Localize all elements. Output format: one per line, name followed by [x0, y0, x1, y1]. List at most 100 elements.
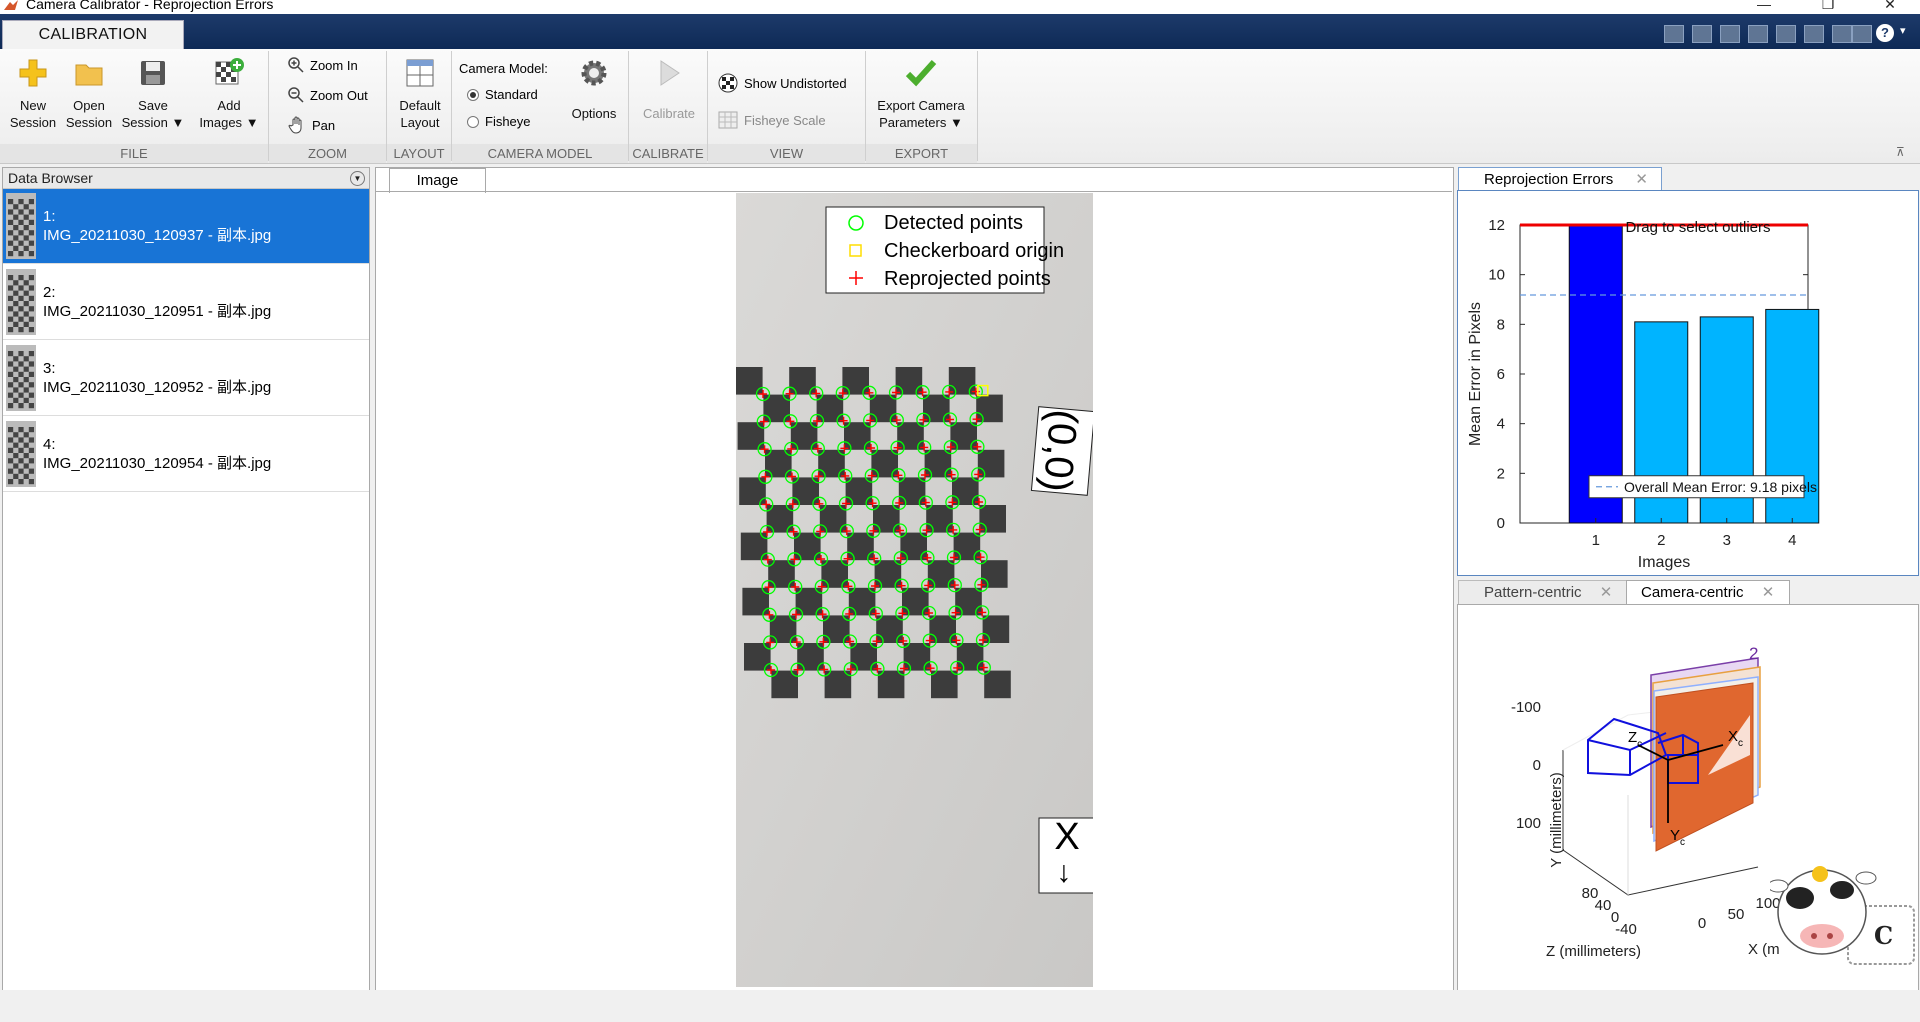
z-tick: 40	[1595, 897, 1612, 914]
add-images-icon	[215, 58, 244, 85]
quick-switch-icon[interactable]	[1832, 25, 1852, 43]
fisheye-scale-icon	[718, 111, 738, 129]
list-item-image-3[interactable]: 3: IMG_20211030_120952 - 副本.jpg	[3, 341, 369, 416]
export-camera-parameters-button[interactable]: Export Camera Parameters ▼	[869, 57, 973, 131]
play-icon	[660, 60, 680, 86]
tab-image[interactable]: Image	[389, 168, 486, 193]
fisheye-scale-button[interactable]: Fisheye Scale	[718, 111, 826, 129]
close-tab-icon[interactable]: ✕	[1635, 171, 1648, 188]
new-session-button[interactable]: New Session	[4, 57, 62, 131]
calibrate-button[interactable]: Calibrate	[632, 57, 706, 122]
show-undistorted-label: Show Undistorted	[744, 75, 847, 91]
pan-label: Pan	[312, 117, 336, 133]
status-bar	[0, 990, 1920, 1022]
help-icon[interactable]: ?	[1876, 24, 1894, 42]
origin-label: (0,0)	[1035, 408, 1086, 494]
quick-undo-icon[interactable]	[1776, 25, 1796, 43]
tab-calibration[interactable]: CALIBRATION	[2, 20, 184, 50]
default-layout-button[interactable]: Default Layout	[390, 57, 450, 131]
gear-icon	[581, 60, 607, 86]
item-index: 3:	[43, 360, 56, 377]
chevron-down-icon[interactable]: ▾	[1900, 24, 1906, 37]
section-view: VIEW	[708, 144, 865, 163]
panel-menu-icon[interactable]: ▼	[350, 171, 365, 186]
quick-copy-icon[interactable]	[1720, 25, 1740, 43]
export-label-2: Parameters	[879, 115, 947, 130]
tab-camera-centric[interactable]: Camera-centric ✕	[1626, 580, 1790, 605]
section-calibrate: CALIBRATE	[629, 144, 707, 163]
image-thumbnail	[6, 421, 36, 487]
y-tick-label: 10	[1488, 267, 1505, 284]
reprojection-error-chart[interactable]: 0246810121 2 3 4Drag to select outliersOver…	[1458, 191, 1918, 575]
save-session-label-2: Session	[121, 115, 168, 130]
x-axis-arrow-icon: →	[1052, 859, 1085, 889]
legend-reprojected: Reprojected points	[884, 268, 1051, 290]
save-session-button[interactable]: Save Session ▼	[118, 57, 188, 131]
options-label: Options	[571, 106, 617, 121]
default-layout-label-2: Layout	[400, 115, 440, 130]
list-item-image-2[interactable]: 2: IMG_20211030_120951 - 副本.jpg	[3, 265, 369, 340]
new-session-icon	[19, 59, 47, 87]
y-axis-label: Mean Error in Pixels	[1467, 302, 1484, 446]
dropdown-arrow-icon: ▼	[949, 115, 963, 130]
checkerboard-icon	[718, 73, 738, 93]
y-tick: -100	[1511, 699, 1541, 716]
zoom-out-label: Zoom Out	[310, 87, 368, 103]
restore-icon[interactable]: ❐	[1808, 0, 1848, 13]
divider	[375, 191, 1452, 192]
zoom-in-label: Zoom In	[310, 57, 358, 73]
pan-button[interactable]: Pan	[288, 116, 335, 134]
quick-window-icon[interactable]	[1852, 25, 1872, 43]
section-export: EXPORT	[866, 144, 977, 163]
image-thumbnail	[6, 345, 36, 411]
export-label-1: Export Camera	[877, 98, 965, 113]
y-axis-label: Y (millimeters)	[1548, 772, 1565, 868]
minimize-icon[interactable]: —	[1744, 0, 1784, 12]
close-tab-icon[interactable]: ✕	[1600, 584, 1613, 601]
camera-model-label: Camera Model:	[459, 61, 548, 76]
open-session-button[interactable]: Open Session	[62, 57, 116, 131]
quick-save-icon[interactable]	[1664, 25, 1684, 43]
close-window-icon[interactable]: ✕	[1870, 0, 1910, 13]
z-axis-label: Z (millimeters)	[1546, 943, 1641, 960]
item-filename: IMG_20211030_120952 - 副本.jpg	[43, 379, 272, 396]
collapse-ribbon-icon[interactable]: ⊼	[1896, 145, 1905, 159]
quick-redo-icon[interactable]	[1804, 25, 1824, 43]
image-thumbnail	[6, 269, 36, 335]
list-item-image-1[interactable]: 1: IMG_20211030_120937 - 副本.jpg	[3, 189, 369, 264]
window-title: Camera Calibrator - Reprojection Errors	[26, 0, 274, 12]
x-tick: 50	[1728, 906, 1745, 923]
x-axis-label-box: X →	[1038, 816, 1093, 894]
x-axis-label: Images	[1638, 554, 1690, 571]
image-legend: Detected points Checkerboard origin Repr…	[825, 206, 1064, 294]
zoom-out-button[interactable]: Zoom Out	[288, 87, 368, 103]
zoom-in-button[interactable]: Zoom In	[288, 57, 358, 73]
y-tick-label: 8	[1497, 316, 1505, 333]
y-tick: 0	[1533, 757, 1541, 774]
radio-standard[interactable]: Standard	[467, 87, 538, 102]
show-undistorted-button[interactable]: Show Undistorted	[718, 73, 847, 93]
tab-pattern-centric[interactable]: Pattern-centric ✕	[1458, 580, 1628, 605]
legend-origin: Checkerboard origin	[884, 240, 1064, 262]
list-item-image-4[interactable]: 4: IMG_20211030_120954 - 副本.jpg	[3, 417, 369, 492]
new-session-label-1: New	[19, 98, 46, 113]
quick-paste-icon[interactable]	[1748, 25, 1768, 43]
zoom-in-icon	[288, 57, 304, 73]
z-tick: -40	[1615, 921, 1637, 938]
section-layout: LAYOUT	[387, 144, 451, 163]
board-number: 2	[1749, 644, 1758, 663]
default-layout-label-1: Default	[399, 98, 441, 113]
radio-fisheye[interactable]: Fisheye	[467, 114, 531, 129]
calibrate-label: Calibrate	[642, 106, 696, 121]
image-thumbnail	[6, 193, 36, 259]
add-images-label-1: Add	[217, 98, 241, 113]
add-images-label-2: Images	[199, 115, 243, 130]
options-button[interactable]: Options	[564, 57, 624, 122]
quick-cut-icon[interactable]	[1692, 25, 1712, 43]
checkmark-icon	[905, 59, 937, 87]
floppy-disk-icon	[141, 61, 165, 85]
tab-reprojection-errors[interactable]: Reprojection Errors ✕	[1458, 167, 1662, 192]
data-browser-header: Data Browser ▼	[3, 168, 369, 189]
add-images-button[interactable]: Add Images ▼	[192, 57, 266, 131]
close-tab-icon[interactable]: ✕	[1762, 584, 1775, 601]
